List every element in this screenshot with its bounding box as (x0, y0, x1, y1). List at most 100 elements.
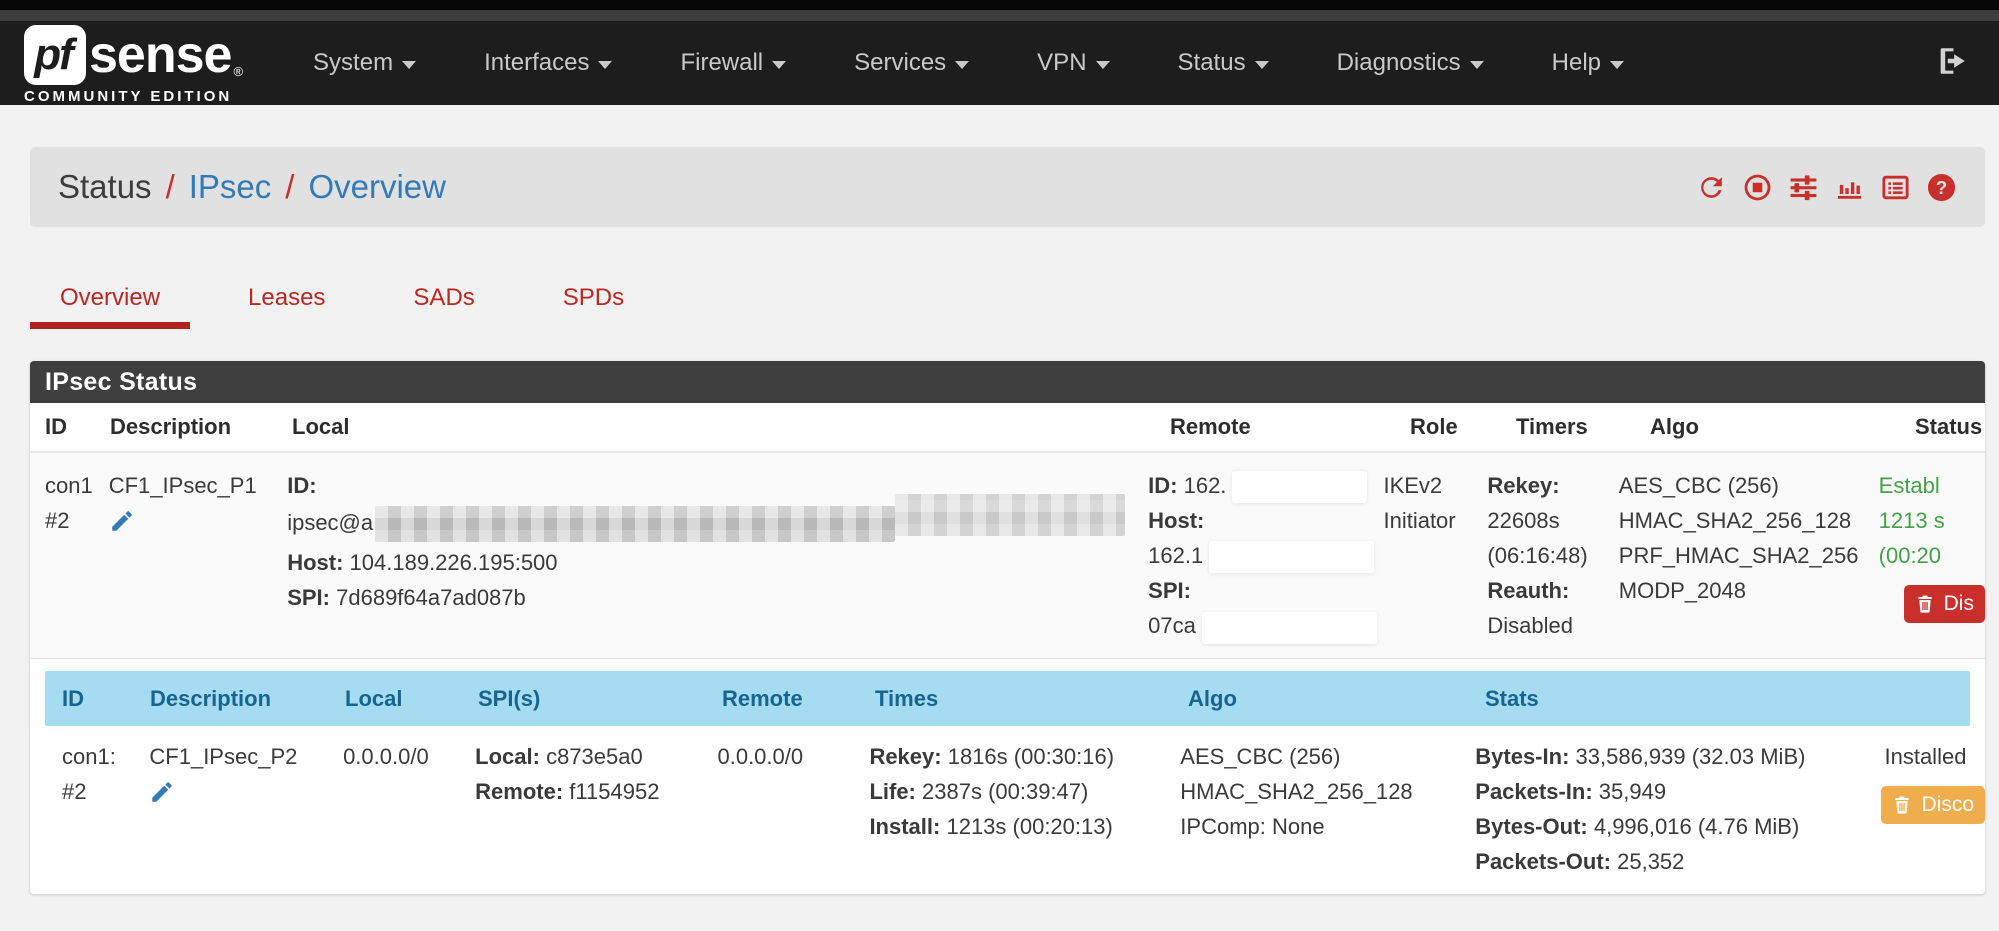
nav-item-services[interactable]: Services (820, 49, 1003, 77)
redacted-value (1209, 541, 1374, 573)
window-top-strip (0, 0, 1999, 10)
rekey-time: (06:16:48) (1487, 538, 1618, 573)
disconnect-label: Dis (1944, 592, 1974, 616)
cell-algo: AES_CBC (256) HMAC_SHA2_256_128 IPComp: … (1180, 739, 1475, 879)
logo-sense-text: sense (89, 25, 231, 85)
disconnect-button[interactable]: Dis (1904, 585, 1985, 623)
col-header-status: Status (1915, 414, 1985, 440)
nav-item-status[interactable]: Status (1144, 49, 1303, 77)
remote-spi-value: 07ca (1148, 613, 1196, 638)
col-header-local: Local (345, 686, 478, 712)
page-actions: ? (1696, 172, 1957, 203)
status-uptime-hms: (00:20 (1879, 538, 1985, 573)
logo-edition-text: COMMUNITY EDITION (24, 88, 243, 105)
algo-integrity: HMAC_SHA2_256_128 (1180, 774, 1475, 809)
pfsense-logo[interactable]: pf sense ® COMMUNITY EDITION (24, 25, 243, 105)
install-label: Install: (869, 814, 940, 839)
algo-encryption: AES_CBC (256) (1619, 468, 1879, 503)
nav-item-label: Interfaces (484, 49, 589, 77)
help-icon[interactable]: ? (1926, 172, 1957, 203)
tab-sads[interactable]: SADs (383, 271, 504, 329)
logo-registered-mark: ® (233, 64, 243, 79)
install-value: 1213s (00:20:13) (946, 814, 1112, 839)
tab-leases[interactable]: Leases (218, 271, 355, 329)
logout-icon[interactable] (1935, 44, 1969, 83)
refresh-icon[interactable] (1696, 172, 1727, 203)
nav-item-label: Diagnostics (1337, 49, 1461, 77)
nav-item-label: Services (854, 49, 946, 77)
chevron-down-icon (1255, 61, 1269, 69)
col-header-id: ID (62, 686, 150, 712)
col-header-remote: Remote (722, 686, 875, 712)
chevron-down-icon (1470, 61, 1484, 69)
chevron-down-icon (1610, 61, 1624, 69)
cell-local-subnet: 0.0.0.0/0 (343, 739, 475, 879)
status-uptime: 1213 s (1879, 503, 1985, 538)
nav-item-help[interactable]: Help (1518, 49, 1658, 77)
nav-item-vpn[interactable]: VPN (1003, 49, 1143, 77)
stop-icon[interactable] (1742, 172, 1773, 203)
col-header-id: ID (45, 414, 110, 440)
breadcrumb: Status / IPsec / Overview (58, 168, 446, 206)
packets-in-label: Packets-In: (1475, 779, 1592, 804)
local-spi-value: 7d689f64a7ad087b (336, 585, 526, 610)
pf-logo-box: pf (24, 25, 86, 85)
local-host-label: Host: (287, 550, 343, 575)
rekey-label: Rekey: (1487, 468, 1618, 503)
nav-item-diagnostics[interactable]: Diagnostics (1303, 49, 1518, 77)
chevron-down-icon (598, 61, 612, 69)
algo-prf: PRF_HMAC_SHA2_256 (1619, 538, 1879, 573)
packets-in-value: 35,949 (1599, 779, 1666, 804)
col-header-description: Description (110, 414, 292, 440)
nav-item-firewall[interactable]: Firewall (646, 49, 820, 77)
redacted-value (1202, 612, 1377, 644)
edit-icon[interactable] (109, 508, 135, 534)
ipsec-status-panel: IPsec Status ID Description Local Remote… (30, 361, 1985, 894)
reauth-label: Reauth: (1487, 573, 1618, 608)
cell-status: Installed Disco (1879, 739, 1985, 879)
redacted-value (375, 506, 895, 542)
bar-chart-icon[interactable] (1834, 172, 1865, 203)
ike-table-header: ID Description Local Remote Role Timers … (30, 403, 1985, 453)
breadcrumb-separator: / (285, 168, 294, 206)
status-installed: Installed (1884, 739, 1985, 774)
cell-local: ID: ipsec@a Host: 104.189.226.195:500 SP… (287, 468, 1148, 646)
svg-text:?: ? (1936, 176, 1947, 197)
nav-item-system[interactable]: System (279, 49, 450, 77)
window-title-strip (0, 10, 1999, 21)
edit-icon[interactable] (149, 779, 175, 805)
cell-description: CF1_IPsec_P2 (149, 739, 343, 879)
tab-spds[interactable]: SPDs (533, 271, 654, 329)
nav-item-label: System (313, 49, 393, 77)
connection-instance: #2 (62, 774, 149, 809)
log-list-icon[interactable] (1880, 172, 1911, 203)
chevron-down-icon (402, 61, 416, 69)
chevron-down-icon (1096, 61, 1110, 69)
col-header-timers: Timers (1516, 414, 1650, 440)
bytes-in-value: 33,586,939 (32.03 MiB) (1576, 744, 1806, 769)
nav-item-interfaces[interactable]: Interfaces (450, 49, 646, 77)
col-header-times: Times (875, 686, 1188, 712)
child-sa-header: ID Description Local SPI(s) Remote Times… (30, 671, 1985, 726)
col-header-stats: Stats (1485, 686, 1892, 712)
col-header-role: Role (1410, 414, 1516, 440)
panel-title: IPsec Status (30, 361, 1985, 403)
disconnect-button[interactable]: Disco (1881, 786, 1985, 824)
rekey-label: Rekey: (869, 744, 941, 769)
tab-overview[interactable]: Overview (30, 271, 190, 329)
breadcrumb-link-ipsec[interactable]: IPsec (189, 168, 272, 206)
tunnel-description: CF1_IPsec_P2 (149, 739, 343, 774)
algo-dh-group: MODP_2048 (1619, 573, 1879, 608)
col-header-local: Local (292, 414, 1170, 440)
local-id-label: ID: (287, 473, 316, 498)
cell-id: con1 #2 (45, 468, 109, 646)
breadcrumb-link-overview[interactable]: Overview (308, 168, 446, 206)
redacted-value (1232, 471, 1367, 503)
role-value: Initiator (1383, 503, 1487, 538)
bytes-out-label: Bytes-Out: (1475, 814, 1587, 839)
tunnel-description: CF1_IPsec_P1 (109, 468, 287, 503)
filter-sliders-icon[interactable] (1788, 172, 1819, 203)
spi-local-value: c873e5a0 (546, 744, 643, 769)
col-header-algo: Algo (1188, 686, 1485, 712)
nav-menu: System Interfaces Firewall Services VPN … (279, 49, 1658, 77)
